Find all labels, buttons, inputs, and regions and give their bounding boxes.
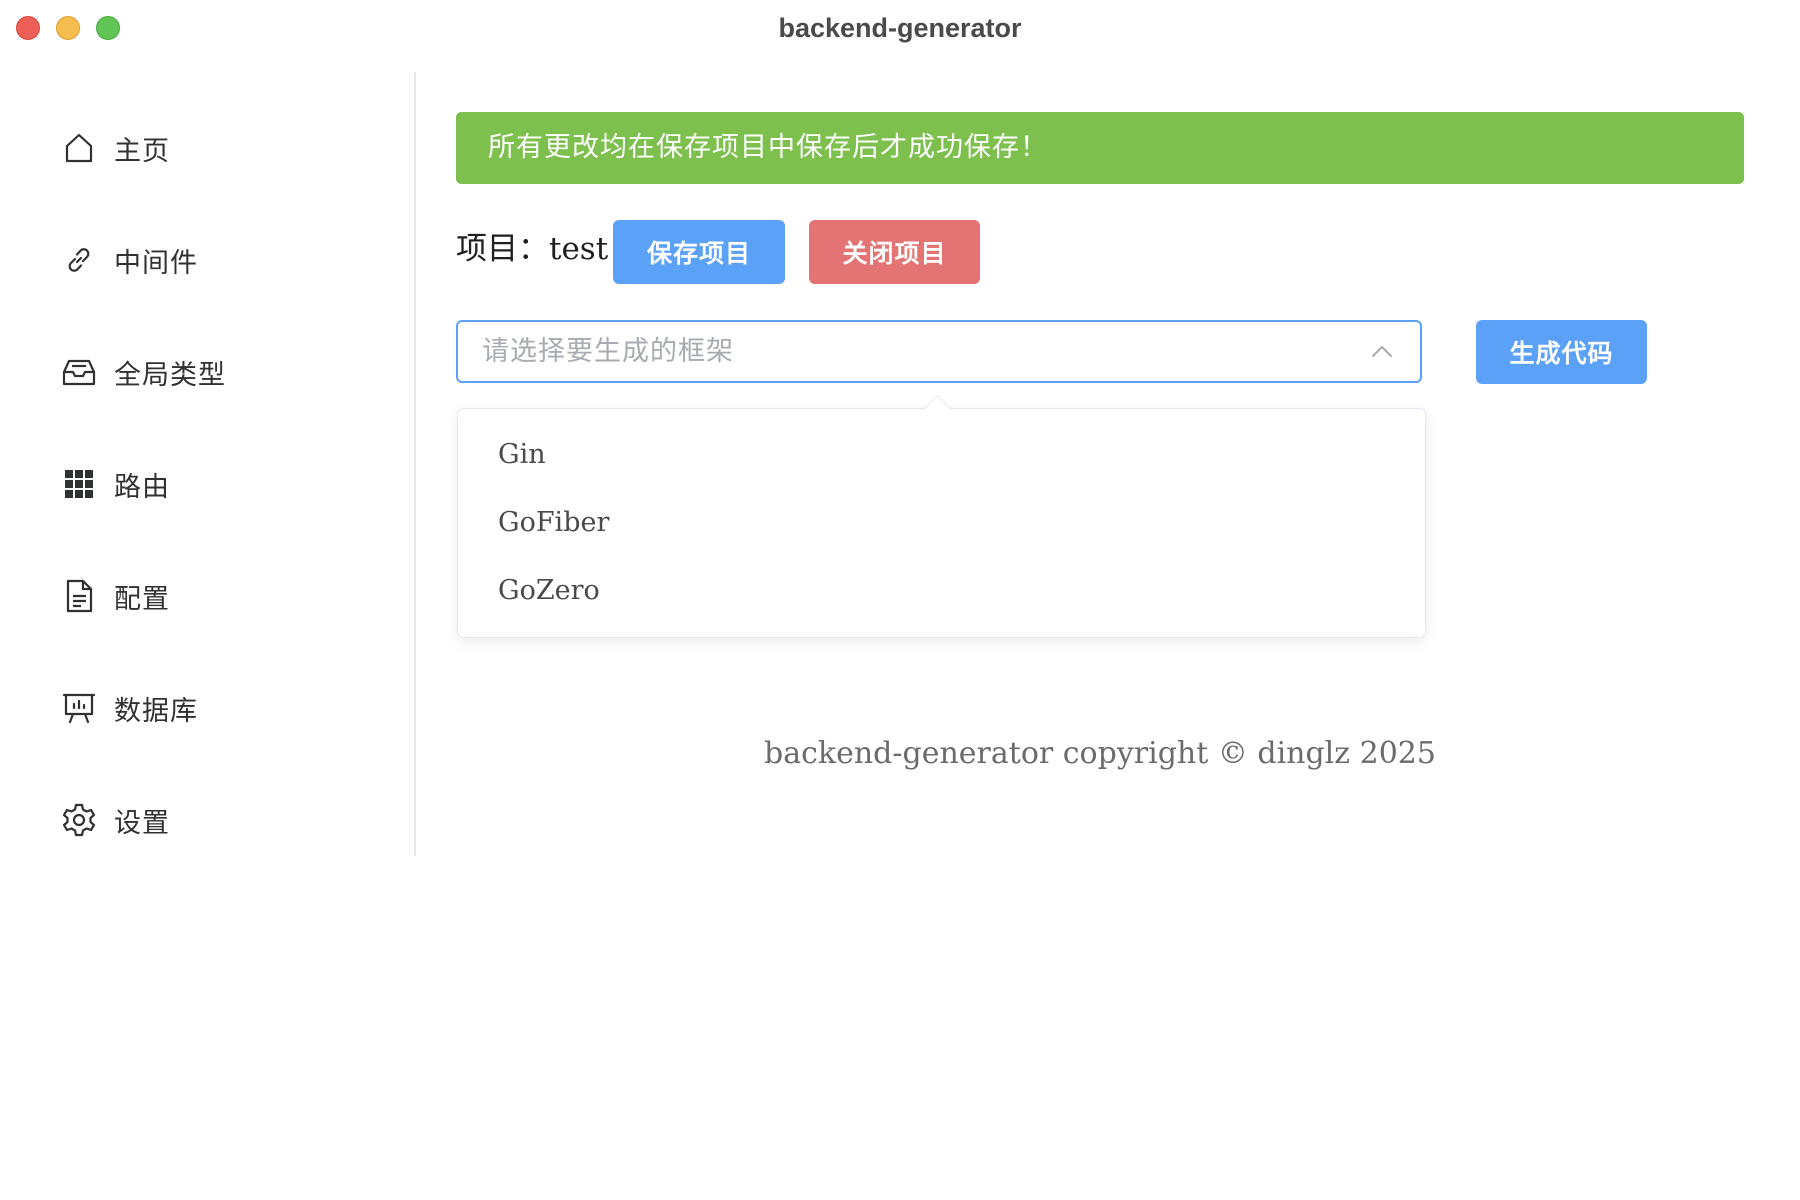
app-window: backend-generator 主页 中间件 全局类型 路由 配置 数据库 … [0, 0, 1800, 1200]
window-title: backend-generator [778, 13, 1022, 43]
sidebar-item-label: 路由 [114, 471, 170, 503]
dropdown-option-gofiber[interactable]: GoFiber [458, 489, 1425, 557]
presentation-icon [62, 691, 96, 725]
close-project-button[interactable]: 关闭项目 [809, 220, 980, 284]
document-icon [62, 579, 96, 613]
sidebar-item-routes[interactable]: 路由 [62, 462, 170, 506]
sidebar-item-home[interactable]: 主页 [62, 126, 170, 170]
chevron-up-icon [1370, 340, 1394, 364]
sidebar-item-settings[interactable]: 设置 [62, 798, 170, 842]
sidebar-item-label: 数据库 [114, 695, 198, 727]
sidebar-item-label: 设置 [114, 807, 170, 839]
save-project-button[interactable]: 保存项目 [613, 220, 785, 284]
sidebar-item-label: 配置 [114, 583, 170, 615]
project-name-label: 项目：test [456, 231, 609, 267]
inbox-icon [62, 355, 96, 389]
generate-code-button[interactable]: 生成代码 [1476, 320, 1647, 384]
copyright-footer: backend-generator copyright © dinglz 202… [764, 736, 1436, 771]
sidebar-item-label: 主页 [114, 135, 170, 167]
sidebar-item-config[interactable]: 配置 [62, 574, 170, 618]
sidebar-item-middleware[interactable]: 中间件 [62, 238, 198, 282]
gear-icon [62, 803, 96, 837]
dropdown-option-gin[interactable]: Gin [458, 421, 1425, 489]
title-bar: backend-generator [0, 0, 1800, 56]
home-icon [62, 131, 96, 165]
dropdown-arrow [924, 395, 951, 422]
framework-dropdown: Gin GoFiber GoZero [457, 395, 1426, 638]
save-warning-alert: 所有更改均在保存项目中保存后才成功保存！ [456, 112, 1744, 184]
dropdown-option-gozero[interactable]: GoZero [458, 557, 1425, 625]
sidebar-item-label: 全局类型 [114, 359, 226, 391]
sidebar-item-label: 中间件 [114, 247, 198, 279]
link-icon [62, 243, 96, 277]
framework-select-placeholder: 请选择要生成的框架 [482, 336, 734, 367]
grid-icon [62, 467, 96, 501]
sidebar-item-global-types[interactable]: 全局类型 [62, 350, 226, 394]
sidebar-item-database[interactable]: 数据库 [62, 686, 198, 730]
framework-select[interactable]: 请选择要生成的框架 [456, 320, 1422, 383]
sidebar: 主页 中间件 全局类型 路由 配置 数据库 设置 [0, 72, 416, 856]
